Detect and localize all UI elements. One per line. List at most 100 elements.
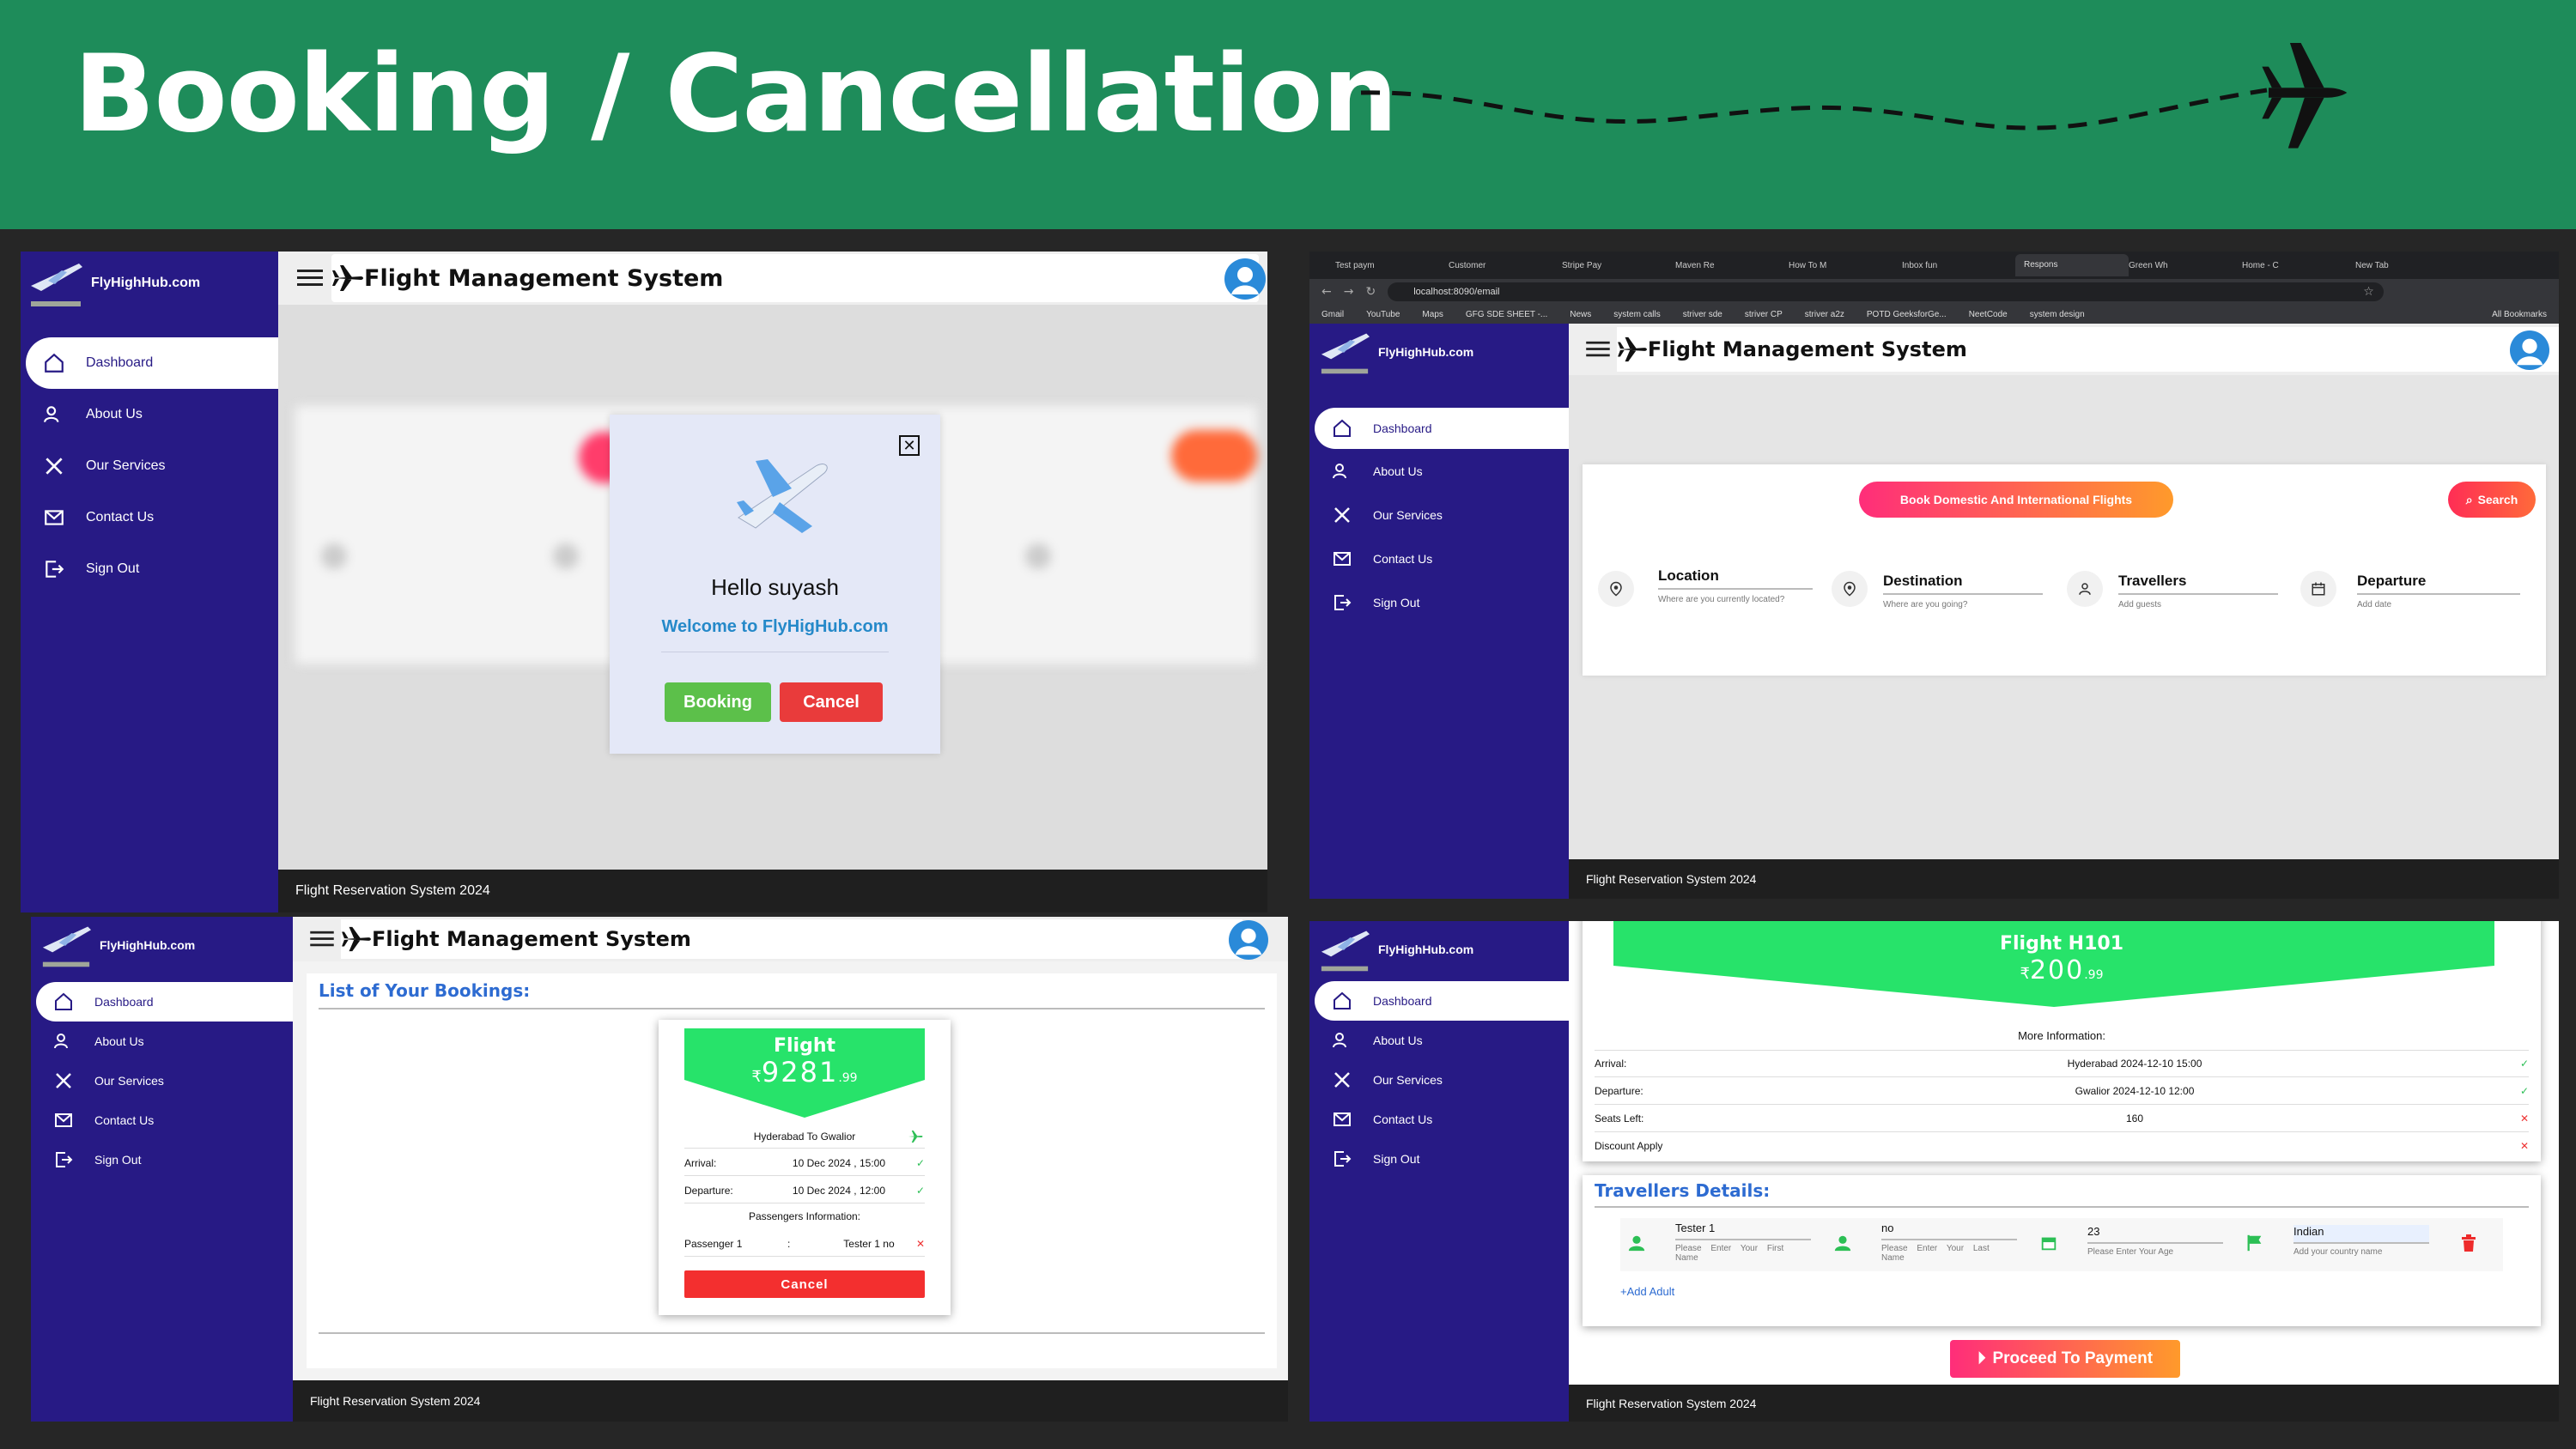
age-input[interactable]: 23 Please Enter Your Age xyxy=(2087,1225,2223,1257)
price: ₹9281.99 xyxy=(751,1056,858,1088)
brand-name: FlyHighHub.com xyxy=(91,276,201,290)
bookmark[interactable]: GFG SDE SHEET -... xyxy=(1466,310,1547,319)
bookmark[interactable]: NeetCode xyxy=(1969,310,2008,319)
bookmark[interactable]: POTD GeeksforGe... xyxy=(1867,310,1947,319)
trash-icon[interactable] xyxy=(2460,1234,2477,1256)
app-title: Flight Management System xyxy=(372,927,691,951)
cancel-booking-button[interactable]: Cancel xyxy=(684,1270,925,1298)
sidebar-item-about-us[interactable]: About Us xyxy=(1315,449,1569,493)
last-name-input[interactable]: no Please Enter Your Last Name xyxy=(1881,1222,2017,1263)
sidebar-item-contact-us[interactable]: Contact Us xyxy=(1315,1100,1569,1139)
home-icon xyxy=(1334,419,1351,437)
footer: Flight Reservation System 2024 xyxy=(1569,1385,2559,1422)
add-adult-link[interactable]: +Add Adult xyxy=(1620,1285,1674,1298)
user-avatar[interactable] xyxy=(1229,920,1268,960)
bookmarks-bar: Gmail YouTube Maps GFG SDE SHEET -... Ne… xyxy=(1309,305,2559,324)
booking-button[interactable]: Booking xyxy=(665,682,771,722)
logo: FlyHighHub.com xyxy=(1318,925,1473,974)
bookmark[interactable]: system design xyxy=(2030,310,2085,319)
bookmark[interactable]: Gmail xyxy=(1321,310,1344,319)
user-avatar[interactable] xyxy=(1224,258,1266,300)
sign-out-icon xyxy=(1334,594,1352,610)
sidebar-item-contact-us[interactable]: Contact Us xyxy=(26,492,278,543)
back-icon[interactable]: ← xyxy=(1321,285,1332,299)
bookmark[interactable]: striver a2z xyxy=(1805,310,1844,319)
sidebar-item-contact-us[interactable]: Contact Us xyxy=(36,1100,293,1140)
sidebar-item-dashboard[interactable]: Dashboard xyxy=(36,982,293,1022)
home-icon xyxy=(45,353,64,373)
sidebar: FlyHighHub.com Dashboard About Us Our Se… xyxy=(1309,324,1569,899)
sidebar-item-sign-out[interactable]: Sign Out xyxy=(1315,1139,1569,1179)
location-field[interactable]: Location Where are you currently located… xyxy=(1598,567,1813,619)
sidebar-item-our-services[interactable]: Our Services xyxy=(26,440,278,492)
book-flights-button[interactable]: Book Domestic And International Flights xyxy=(1859,482,2173,518)
sidebar-item-sign-out[interactable]: Sign Out xyxy=(36,1140,293,1179)
proceed-to-payment-button[interactable]: ⏵ Proceed To Payment xyxy=(1950,1340,2180,1378)
browser-tab-strip: Test paym Customer Stripe Pay Maven Re H… xyxy=(1309,252,2559,279)
browser-tab[interactable]: Inbox fun xyxy=(1902,261,2015,270)
footer: Flight Reservation System 2024 xyxy=(1569,859,2559,899)
top-bar: Flight Management System xyxy=(278,252,1267,305)
sidebar-item-our-services[interactable]: Our Services xyxy=(1315,1060,1569,1100)
flag-icon xyxy=(2245,1234,2264,1256)
cancel-button[interactable]: Cancel xyxy=(780,682,883,722)
sidebar-item-contact-us[interactable]: Contact Us xyxy=(1315,537,1569,580)
browser-tab[interactable]: Customer xyxy=(1449,261,1562,270)
sidebar: FlyHighHub.com Dashboard About Us Our Se… xyxy=(1309,921,1569,1422)
hamburger-menu-icon[interactable] xyxy=(297,268,323,288)
reload-icon[interactable]: ↻ xyxy=(1365,285,1376,299)
detail-row-departure: Departure: Gwalior 2024-12-10 12:00 ✓ xyxy=(1595,1077,2529,1105)
check-icon: ✓ xyxy=(2519,1084,2529,1097)
url-field[interactable]: localhost:8090/email xyxy=(1388,282,2385,301)
sidebar-item-sign-out[interactable]: Sign Out xyxy=(26,543,278,595)
browser-tab[interactable]: New Tab xyxy=(2355,261,2450,270)
sidebar-item-sign-out[interactable]: Sign Out xyxy=(1315,580,1569,624)
bookmark[interactable]: system calls xyxy=(1613,310,1660,319)
browser-tab[interactable]: Green Wh xyxy=(2129,261,2242,270)
browser-tab[interactable]: Home - C xyxy=(2242,261,2355,270)
sidebar-item-dashboard[interactable]: Dashboard xyxy=(1315,981,1569,1021)
bookmark[interactable]: striver CP xyxy=(1745,310,1783,319)
bookmark[interactable]: striver sde xyxy=(1683,310,1722,319)
greeting-text: Hello suyash xyxy=(711,574,839,600)
destination-field[interactable]: Destination Where are you going? xyxy=(1832,567,2055,619)
departure-field[interactable]: Departure Add date xyxy=(2300,567,2532,619)
sidebar-item-dashboard[interactable]: Dashboard xyxy=(26,337,278,389)
sidebar-item-our-services[interactable]: Our Services xyxy=(1315,493,1569,537)
booking-card: Flight ₹9281.99 Hyderabad To Gwalior Arr… xyxy=(659,1020,951,1315)
star-icon[interactable]: ☆ xyxy=(2363,285,2374,299)
country-input[interactable]: Indian Add your country name xyxy=(2293,1225,2429,1257)
forward-icon[interactable]: → xyxy=(1344,285,1354,299)
user-avatar[interactable] xyxy=(2510,330,2549,370)
hamburger-menu-icon[interactable] xyxy=(1586,340,1610,359)
bookmark[interactable]: News xyxy=(1570,310,1591,319)
tools-icon xyxy=(46,458,63,475)
airplane-logo-icon xyxy=(31,264,82,306)
sidebar-item-about-us[interactable]: About Us xyxy=(26,389,278,440)
banner-title: Booking / Cancellation xyxy=(74,33,1398,156)
check-icon: ✓ xyxy=(2519,1058,2529,1070)
browser-tab-active[interactable]: Respons xyxy=(2015,254,2129,276)
sidebar-item-about-us[interactable]: About Us xyxy=(36,1022,293,1061)
browser-tab[interactable]: Test paym xyxy=(1335,261,1449,270)
user-icon xyxy=(1833,1234,1852,1256)
browser-tab[interactable]: How To M xyxy=(1789,261,1902,270)
travellers-field[interactable]: Travellers Add guests xyxy=(2067,567,2290,619)
search-button[interactable]: ⌕ Search xyxy=(2448,482,2536,518)
browser-tab[interactable]: Maven Re xyxy=(1675,261,1789,270)
airplane-title-icon xyxy=(342,926,371,952)
bookmark[interactable]: YouTube xyxy=(1366,310,1400,319)
hamburger-menu-icon[interactable] xyxy=(310,930,334,949)
all-bookmarks[interactable]: All Bookmarks xyxy=(2492,310,2547,319)
bookmark[interactable]: Maps xyxy=(1422,310,1443,319)
first-name-input[interactable]: Tester 1 Please Enter Your First Name xyxy=(1675,1222,1811,1263)
sidebar-item-dashboard[interactable]: Dashboard xyxy=(1315,408,1569,449)
home-icon xyxy=(1334,991,1351,1009)
sidebar-item-our-services[interactable]: Our Services xyxy=(36,1061,293,1100)
tools-icon xyxy=(1334,1072,1350,1088)
footer: Flight Reservation System 2024 xyxy=(293,1380,1288,1422)
browser-tab[interactable]: Stripe Pay xyxy=(1562,261,1675,270)
close-icon[interactable]: ✕ xyxy=(899,435,920,456)
logo: FlyHighHub.com xyxy=(27,257,200,310)
sidebar-item-about-us[interactable]: About Us xyxy=(1315,1021,1569,1060)
